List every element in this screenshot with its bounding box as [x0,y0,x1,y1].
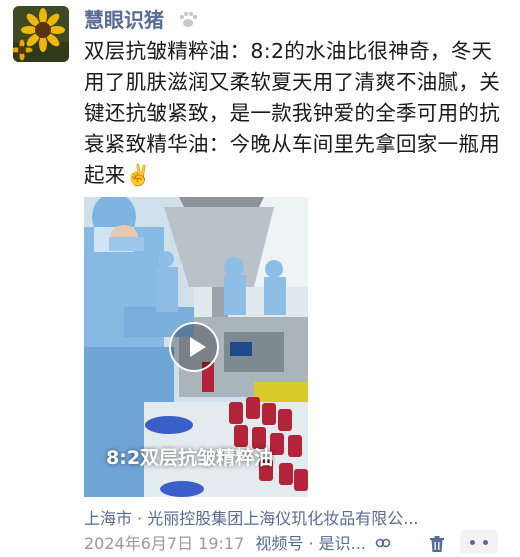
more-icon[interactable] [460,530,498,554]
location-link[interactable]: 上海市 · 光丽控股集团上海仪玑化妆品有限公... [84,505,510,529]
timestamp: 2024年6月7日 19:17 [84,534,245,553]
more-dot [470,540,475,545]
video-thumbnail[interactable]: 8:2双层抗皱精粹油 [84,197,308,497]
channel-label[interactable]: 视频号 · 是识... [255,534,366,553]
channel-icon [375,535,391,557]
trash-icon[interactable] [428,535,446,553]
play-icon[interactable] [169,322,219,372]
sunflower-avatar-icon [13,6,69,62]
channel-link[interactable]: 视频号 · 是识... [255,534,391,553]
username[interactable]: 慧眼识猪 [84,6,199,36]
username-text[interactable]: 慧眼识猪 [84,8,164,32]
meta-row: 2024年6月7日 19:17 视频号 · 是识... [84,533,391,557]
user-avatar[interactable] [13,6,69,62]
video-caption: 8:2双层抗皱精粹油 [106,447,274,469]
paw-icon [177,8,199,36]
post-text: 双层抗皱精粹油：8:2的水油比很神奇，冬天用了肌肤滋润又柔软夏天用了清爽不油腻，… [84,39,500,187]
more-dot [483,540,488,545]
